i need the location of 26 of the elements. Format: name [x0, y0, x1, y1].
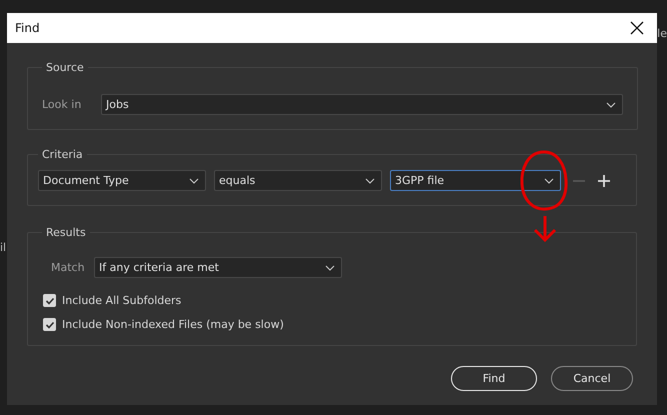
field-dropdown[interactable]: Document Type [38, 170, 206, 191]
background-text: il [0, 241, 6, 254]
group-title: Source [45, 61, 85, 74]
match-dropdown[interactable]: If any criteria are met [94, 257, 342, 278]
close-icon[interactable] [629, 20, 645, 36]
look-in-label: Look in [42, 98, 82, 111]
checkbox-label: Include All Subfolders [62, 294, 182, 307]
chevron-down-icon [365, 178, 375, 184]
chevron-down-icon [189, 178, 199, 184]
match-label: Match [50, 261, 86, 274]
add-icon[interactable] [597, 174, 611, 188]
group-title: Criteria [41, 148, 84, 161]
find-button[interactable]: Find [451, 366, 537, 391]
chevron-down-icon [606, 102, 616, 108]
look-in-dropdown[interactable]: Jobs [101, 94, 623, 115]
window-title: Find [15, 21, 40, 35]
operator-dropdown[interactable]: equals [214, 170, 382, 191]
group-title: Results [45, 226, 87, 239]
checkbox[interactable] [43, 294, 56, 307]
chevron-down-icon [544, 178, 554, 184]
checkbox[interactable] [43, 318, 56, 331]
cancel-button[interactable]: Cancel [551, 366, 633, 391]
background-text: le [657, 27, 667, 40]
checkbox-label: Include Non-indexed Files (may be slow) [62, 318, 284, 331]
value-dropdown[interactable]: 3GPP file [390, 170, 561, 191]
chevron-down-icon [325, 264, 335, 270]
